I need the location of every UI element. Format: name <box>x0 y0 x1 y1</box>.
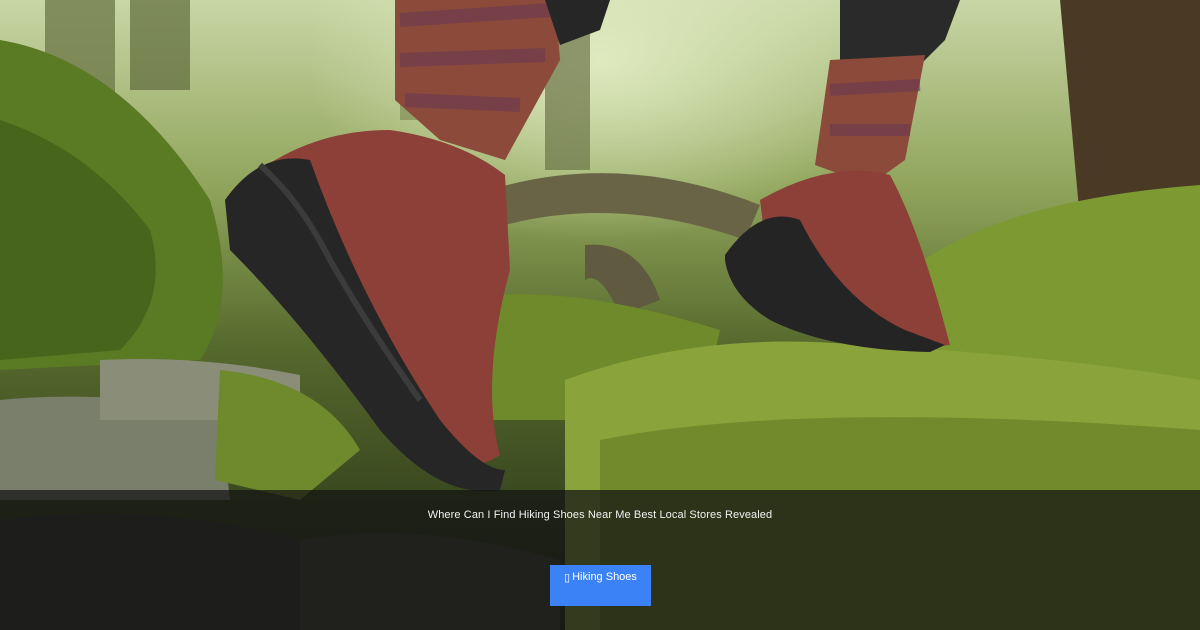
tag-button-hiking-shoes[interactable]: ▯ Hiking Shoes <box>550 565 651 606</box>
tag-icon: ▯ <box>564 572 571 584</box>
hero-image: Where Can I Find Hiking Shoes Near Me Be… <box>0 0 1200 630</box>
tag-button-label: Hiking Shoes <box>572 571 637 583</box>
headline: Where Can I Find Hiking Shoes Near Me Be… <box>427 509 773 521</box>
